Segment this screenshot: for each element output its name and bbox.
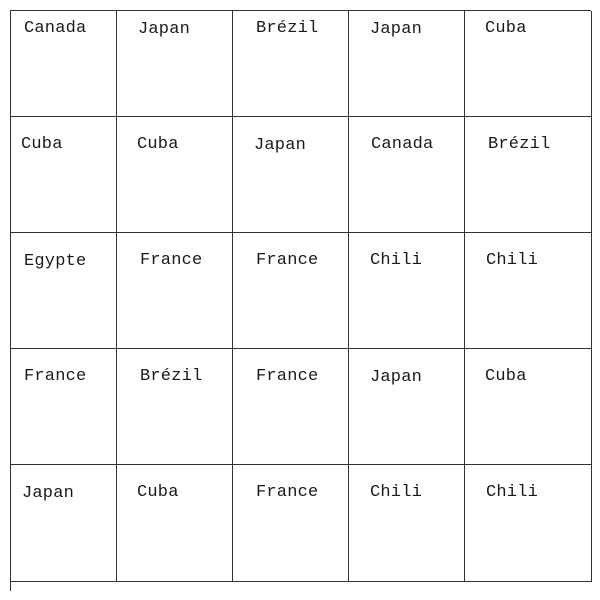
cell-label: Brézil bbox=[140, 367, 203, 386]
cell-label: Japan bbox=[370, 368, 423, 387]
grid-cell: Brézil bbox=[117, 349, 233, 465]
cell-label: Brézil bbox=[488, 135, 551, 154]
cell-label: Chili bbox=[370, 483, 423, 502]
grid-cell: France bbox=[233, 465, 349, 582]
grid-cell: Canada bbox=[11, 11, 117, 117]
country-grid: Canada Japan Brézil Japan Cuba Cuba Cuba… bbox=[10, 10, 592, 591]
grid-cell: Japan bbox=[349, 11, 465, 117]
cell-label: Canada bbox=[24, 19, 87, 38]
grid-cell: Cuba bbox=[465, 349, 592, 465]
cell-label: Cuba bbox=[137, 135, 179, 154]
cell-label: Cuba bbox=[137, 483, 179, 502]
cell-label: Cuba bbox=[485, 19, 527, 38]
cell-label: France bbox=[256, 483, 319, 502]
grid-cell: Cuba bbox=[117, 465, 233, 582]
cell-label: France bbox=[256, 251, 319, 270]
cell-label: France bbox=[140, 251, 203, 270]
grid-cell: France bbox=[233, 233, 349, 349]
grid-cell: Cuba bbox=[465, 11, 592, 117]
grid-cell: France bbox=[117, 233, 233, 349]
cell-label: Brézil bbox=[256, 19, 319, 38]
grid-cell: France bbox=[11, 349, 117, 465]
cell-label: Egypte bbox=[24, 252, 87, 271]
grid-cell: Chili bbox=[349, 233, 465, 349]
cell-label: Japan bbox=[370, 20, 423, 39]
grid-cell: Cuba bbox=[11, 117, 117, 233]
grid-cell: Chili bbox=[465, 233, 592, 349]
grid-cell: Brézil bbox=[233, 11, 349, 117]
cell-label: France bbox=[24, 367, 87, 386]
grid-cell: Canada bbox=[349, 117, 465, 233]
grid-cell: Egypte bbox=[11, 233, 117, 349]
grid-cell: Japan bbox=[233, 117, 349, 233]
cell-label: Cuba bbox=[21, 135, 63, 154]
cell-label: France bbox=[256, 367, 319, 386]
grid-cell: Cuba bbox=[117, 117, 233, 233]
cell-label: Japan bbox=[22, 484, 75, 503]
grid-cell: Chili bbox=[349, 465, 465, 582]
cell-label: Chili bbox=[486, 483, 539, 502]
grid-cell: Japan bbox=[11, 465, 117, 582]
cell-label: Chili bbox=[370, 251, 423, 270]
grid-cell: Brézil bbox=[465, 117, 592, 233]
cell-label: Japan bbox=[254, 136, 307, 155]
cell-label: Japan bbox=[138, 20, 191, 39]
grid-cell: France bbox=[233, 349, 349, 465]
grid-cell: Chili bbox=[465, 465, 592, 582]
cell-label: Chili bbox=[486, 251, 539, 270]
grid-cell: Japan bbox=[117, 11, 233, 117]
cell-label: Canada bbox=[371, 135, 434, 154]
grid-cell: Japan bbox=[349, 349, 465, 465]
cell-label: Cuba bbox=[485, 367, 527, 386]
